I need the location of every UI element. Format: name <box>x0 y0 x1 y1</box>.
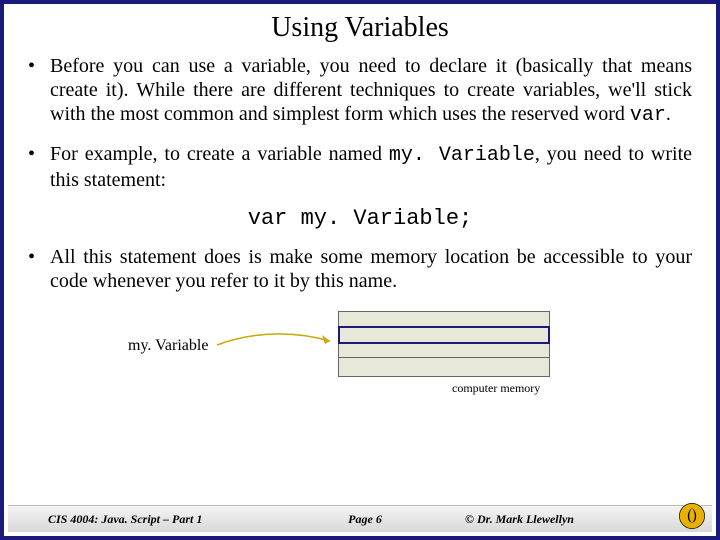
variable-pointer-label: my. Variable <box>128 337 208 355</box>
bullet-3-pre: All this statement does is make some mem… <box>50 246 692 292</box>
bullet-2-code: my. Variable <box>389 144 535 167</box>
ucf-logo-icon <box>678 502 706 530</box>
slide-content: • Before you can use a variable, you nee… <box>4 54 716 397</box>
memory-row <box>339 312 549 327</box>
memory-row <box>339 358 549 373</box>
bullet-2-text: For example, to create a variable named … <box>50 142 692 192</box>
bullet-dot-icon: • <box>28 54 50 128</box>
bullet-1-text: Before you can use a variable, you need … <box>50 54 692 128</box>
bullet-1: • Before you can use a variable, you nee… <box>28 54 692 128</box>
bullet-3-text: All this statement does is make some mem… <box>50 245 692 293</box>
memory-diagram: my. Variable computer memory <box>28 307 692 397</box>
code-statement: var my. Variable; <box>28 206 692 231</box>
bullet-1-code: var <box>630 104 666 127</box>
bullet-1-pre: Before you can use a variable, you need … <box>50 55 692 125</box>
bullet-3: • All this statement does is make some m… <box>28 245 692 293</box>
footer-page: Page 6 <box>295 512 435 527</box>
bullet-dot-icon: • <box>28 142 50 192</box>
bullet-2: • For example, to create a variable name… <box>28 142 692 192</box>
memory-row-highlighted <box>338 326 550 344</box>
bullet-dot-icon: • <box>28 245 50 293</box>
memory-caption: computer memory <box>452 381 540 396</box>
slide-footer: CIS 4004: Java. Script – Part 1 Page 6 ©… <box>8 505 712 532</box>
footer-course: CIS 4004: Java. Script – Part 1 <box>8 512 295 527</box>
footer-author: © Dr. Mark Llewellyn <box>435 512 712 527</box>
arrow-icon <box>212 327 342 367</box>
memory-row <box>339 343 549 358</box>
bullet-1-post: . <box>666 103 671 125</box>
bullet-2-pre: For example, to create a variable named <box>50 143 389 165</box>
memory-box <box>338 311 550 377</box>
slide-title: Using Variables <box>4 12 716 44</box>
slide: Using Variables • Before you can use a v… <box>0 0 720 540</box>
footer-author-text: © Dr. Mark Llewellyn <box>465 512 574 526</box>
